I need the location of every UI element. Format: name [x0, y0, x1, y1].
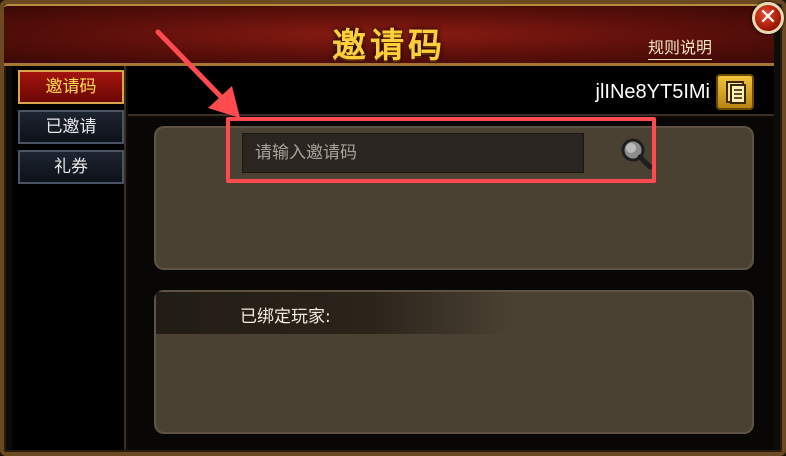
tab-coupons[interactable]: 礼券 [18, 150, 124, 184]
copy-icon [726, 81, 746, 104]
invite-code-input[interactable] [242, 133, 584, 173]
close-button[interactable]: ✕ [752, 2, 784, 34]
copy-button[interactable] [716, 74, 754, 110]
rules-link[interactable]: 规则说明 [647, 34, 712, 60]
search-button[interactable] [618, 136, 654, 172]
sidebar: 邀请码 已邀请 礼券 [12, 66, 126, 450]
close-icon: ✕ [758, 5, 778, 30]
my-invite-code: jlINe8YT5IMi [595, 81, 710, 103]
search-icon [621, 138, 653, 170]
tab-invited[interactable]: 已邀请 [18, 110, 124, 144]
bound-player-header [156, 292, 512, 334]
bound-player-label: 已绑定玩家: [240, 307, 331, 327]
tab-invite-code[interactable]: 邀请码 [18, 70, 124, 104]
title-bar: 邀请码 规则说明 [4, 4, 774, 66]
